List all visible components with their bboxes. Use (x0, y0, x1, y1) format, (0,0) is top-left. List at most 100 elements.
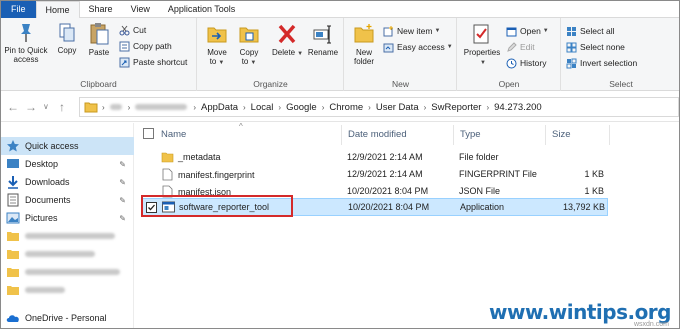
breadcrumb-chrome[interactable]: Chrome (329, 102, 363, 113)
open-button[interactable]: Open ▼ (506, 24, 549, 38)
select-all-icon (567, 26, 576, 36)
new-folder-icon (354, 24, 374, 43)
breadcrumb-version[interactable]: 94.273.200 (494, 102, 542, 113)
nav-quick-access[interactable]: Quick access (1, 137, 134, 155)
tab-share[interactable]: Share (80, 1, 122, 18)
rename-button[interactable]: Rename (306, 22, 340, 57)
tab-file[interactable]: File (1, 1, 36, 18)
column-divider[interactable] (609, 125, 610, 145)
column-header-size[interactable]: Size (552, 129, 570, 140)
select-all-button[interactable]: Select all (566, 24, 615, 38)
paste-shortcut-icon (119, 57, 130, 67)
history-icon (506, 58, 517, 68)
back-arrow-icon[interactable]: ← (7, 100, 19, 114)
paste-label: Paste (88, 48, 110, 57)
file-name: manifest.fingerprint (178, 169, 255, 180)
breadcrumb-google[interactable]: Google (286, 102, 317, 113)
organize-group: Move to ▼ Copy to ▼ Delete ▼ Rename Orga… (198, 18, 344, 91)
copy-path-label: Copy path (133, 41, 172, 51)
new-item-label: New item (397, 26, 433, 36)
copy-label: Copy (57, 46, 77, 55)
sort-up-icon: ^ (239, 122, 243, 131)
copy-button[interactable]: Copy (53, 22, 81, 55)
nav-redacted-folder-4[interactable] (1, 281, 134, 299)
open-label: Open (520, 26, 541, 36)
redacted-folder-name (25, 251, 95, 257)
redacted-username (135, 104, 188, 110)
file-name: _metadata (178, 152, 221, 162)
open-group: Properties ▼ Open ▼ Edit History Open (458, 18, 561, 91)
file-icon (162, 168, 173, 181)
column-header-name[interactable]: Name (161, 129, 186, 140)
invert-selection-button[interactable]: Invert selection (566, 56, 637, 70)
address-bar[interactable]: › › › AppData › Local › Google › Chrome … (79, 97, 679, 117)
edit-label: Edit (520, 42, 535, 52)
file-type: Application (460, 202, 505, 212)
file-row-manifest-fingerprint[interactable]: manifest.fingerprint 12/9/2021 2:14 AM F… (142, 166, 608, 184)
nav-downloads[interactable]: Downloads ✎ (1, 173, 134, 191)
history-button[interactable]: History (506, 56, 546, 70)
select-none-button[interactable]: Select none (566, 40, 625, 54)
nav-pictures-label: Pictures (25, 213, 58, 223)
up-arrow-icon[interactable]: ↑ (59, 100, 65, 114)
column-header-date[interactable]: Date modified (348, 129, 407, 140)
column-header-type[interactable]: Type (460, 129, 481, 140)
file-date: 10/20/2021 8:04 PM (348, 202, 430, 212)
paste-shortcut-button[interactable]: Paste shortcut (119, 55, 187, 69)
copy-path-button[interactable]: Copy path (119, 39, 172, 53)
download-arrow-icon (8, 176, 18, 189)
nav-onedrive-label: OneDrive - Personal (25, 313, 107, 323)
column-divider[interactable] (453, 125, 454, 145)
clipboard-group-label: Clipboard (80, 79, 117, 89)
pin-icon: ✎ (119, 177, 126, 187)
edit-button[interactable]: Edit (506, 40, 535, 54)
delete-x-icon (278, 24, 296, 44)
delete-button[interactable]: Delete ▼ (272, 22, 303, 59)
properties-button[interactable]: Properties ▼ (460, 22, 504, 68)
copy-to-button[interactable]: Copy to ▼ (234, 22, 264, 68)
open-icon (506, 27, 517, 36)
select-all-checkbox[interactable] (143, 128, 154, 139)
file-name-cell: manifest.fingerprint (161, 168, 255, 181)
file-type: JSON File (459, 186, 501, 196)
forward-arrow-icon[interactable]: → (25, 100, 37, 114)
pin-icon: ✎ (119, 159, 126, 169)
file-type: File folder (459, 152, 499, 162)
column-divider[interactable] (545, 125, 546, 145)
tab-application-tools[interactable]: Application Tools (159, 1, 244, 18)
nav-redacted-folder-3[interactable] (1, 263, 134, 281)
move-to-label-2: to (209, 57, 217, 66)
tab-home[interactable]: Home (35, 1, 80, 19)
nav-redacted-folder-1[interactable] (1, 227, 134, 245)
nav-onedrive[interactable]: OneDrive - Personal (1, 309, 134, 327)
nav-documents[interactable]: Documents ✎ (1, 191, 134, 209)
column-divider[interactable] (341, 125, 342, 145)
breadcrumb-separator-icon: › (127, 102, 131, 112)
redacted-folder-name (25, 287, 65, 293)
properties-check-icon (473, 24, 489, 44)
file-row-metadata[interactable]: _metadata 12/9/2021 2:14 AM File folder (142, 149, 608, 167)
nav-downloads-label: Downloads (25, 177, 70, 187)
new-folder-button[interactable]: New folder (349, 22, 379, 66)
new-item-button[interactable]: New item ▼ (383, 24, 440, 38)
nav-desktop[interactable]: Desktop ✎ (1, 155, 134, 173)
copy-to-label-1: Copy (239, 48, 259, 57)
breadcrumb-user-data[interactable]: User Data (376, 102, 419, 113)
easy-access-button[interactable]: Easy access ▼ (383, 40, 453, 54)
breadcrumb-local[interactable]: Local (251, 102, 274, 113)
file-size: 1 KB (584, 186, 604, 196)
pin-to-quick-access-button[interactable]: Pin to Quick access (3, 22, 49, 64)
breadcrumb-appdata[interactable]: AppData (201, 102, 238, 113)
copy-icon (59, 23, 75, 42)
cut-button[interactable]: Cut (119, 23, 146, 37)
move-to-button[interactable]: Move to ▼ (202, 22, 232, 68)
nav-pictures[interactable]: Pictures ✎ (1, 209, 134, 227)
paste-button[interactable]: Paste (85, 22, 113, 57)
nav-redacted-folder-2[interactable] (1, 245, 134, 263)
breadcrumb-swreporter[interactable]: SwReporter (431, 102, 481, 113)
folder-icon (7, 286, 19, 295)
tab-view[interactable]: View (122, 1, 159, 18)
recent-chevron-icon[interactable]: ∨ (43, 102, 49, 111)
select-all-label: Select all (580, 26, 615, 36)
navigation-pane: Quick access Desktop ✎ Downloads ✎ Docum… (1, 123, 134, 328)
